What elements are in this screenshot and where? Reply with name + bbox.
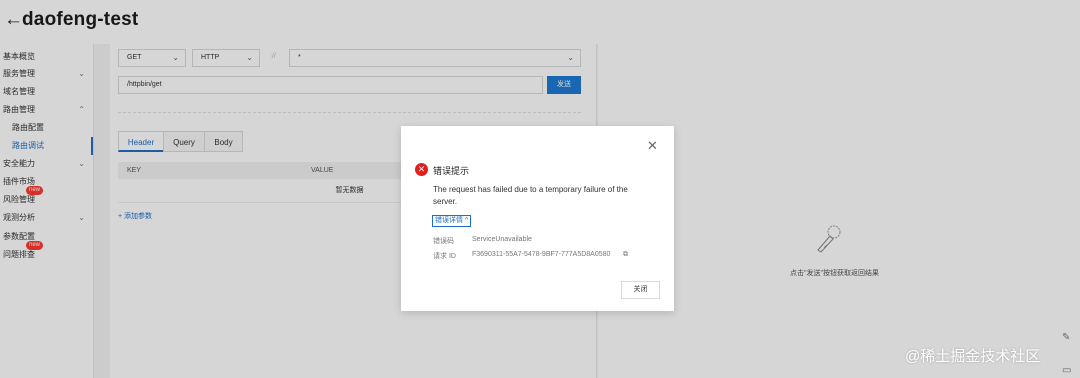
error-message: The request has failed due to a temporar…	[433, 185, 628, 206]
dialog-title: 错误提示	[433, 166, 470, 176]
edit-icon[interactable]: ✎	[1062, 332, 1070, 343]
error-code-value: ServiceUnavailable	[472, 236, 532, 243]
close-button[interactable]: 关闭	[621, 281, 660, 299]
error-icon: ✕	[415, 163, 428, 176]
request-id-value: F3690311-55A7-5478-9BF7-777A5D8A0580	[472, 251, 611, 258]
error-details-toggle[interactable]: 错误详情 ^	[432, 215, 472, 227]
error-code-label: 错误码	[433, 238, 454, 245]
request-id-label: 请求 ID	[433, 253, 456, 260]
watermark: @稀土掘金技术社区	[905, 348, 1041, 365]
feedback-icon[interactable]: ▭	[1062, 365, 1071, 376]
page: ← daofeng-test 基本概览 服务管理 ⌄ 域名管理 路由管理 ⌃ 路由配…	[0, 0, 1080, 378]
close-icon[interactable]: ✕	[647, 139, 658, 152]
copy-icon[interactable]: ⧉	[623, 251, 628, 259]
